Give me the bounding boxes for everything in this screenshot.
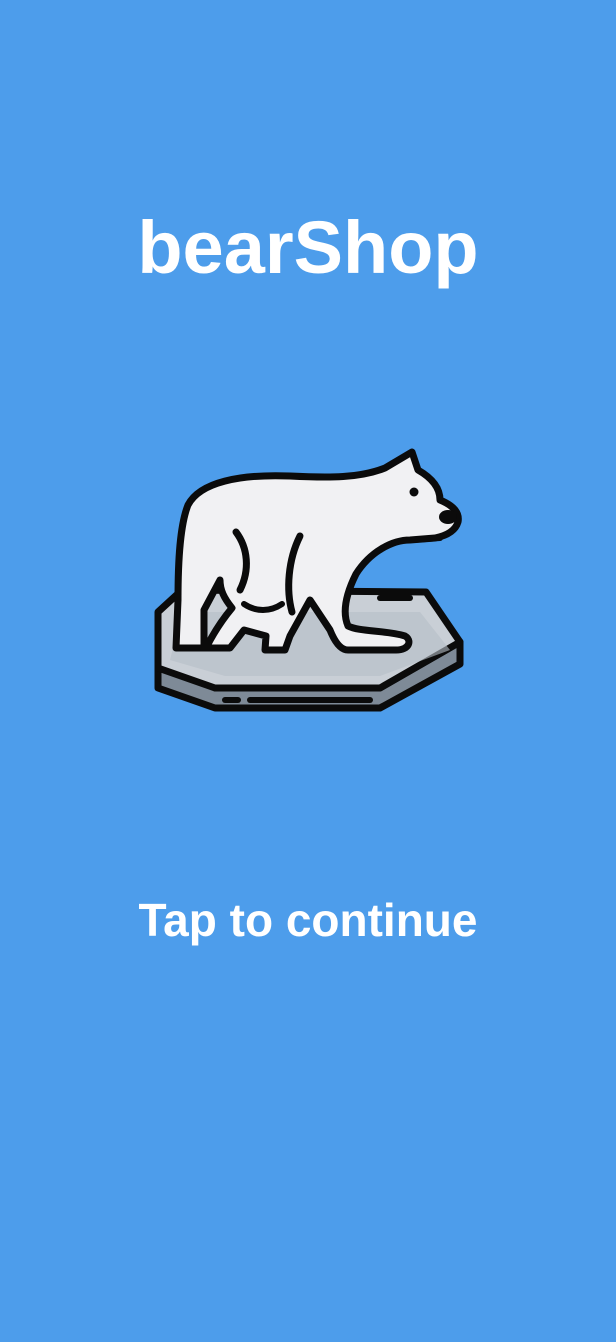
splash-screen[interactable]: bearShop Tap to continue [0,0,616,1342]
app-title: bearShop [137,206,479,289]
bear-nose [439,510,457,524]
polar-bear-logo-icon [154,448,464,712]
bear-eye [409,487,419,497]
tap-to-continue-prompt[interactable]: Tap to continue [0,885,616,955]
